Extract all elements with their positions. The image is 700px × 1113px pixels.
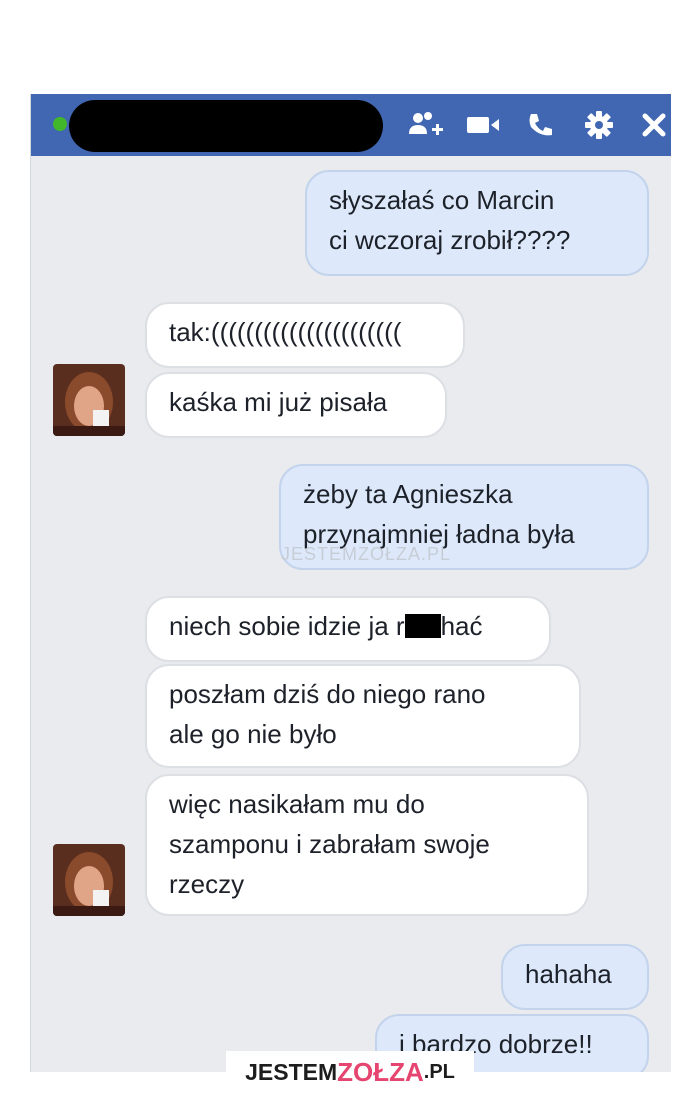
settings-gear-icon[interactable]: [581, 108, 617, 142]
contact-avatar[interactable]: [53, 844, 125, 916]
message-text: szamponu i zabrałam swoje: [169, 829, 490, 859]
contact-name-redacted[interactable]: [69, 100, 383, 152]
video-call-icon[interactable]: [463, 108, 505, 142]
message-text: więc nasikałam mu do: [169, 789, 425, 819]
message-bubble-incoming: tak:((((((((((((((((((((((: [145, 302, 465, 368]
message-text: żeby ta Agnieszka: [303, 479, 513, 509]
logo-suffix-text: .PL: [423, 1060, 455, 1083]
message-text: ale go nie było: [169, 719, 337, 749]
contact-avatar[interactable]: [53, 364, 125, 436]
message-text: kaśka mi już pisała: [169, 387, 388, 417]
message-text: hahaha: [525, 959, 612, 989]
message-bubble-incoming: poszłam dziś do niego rano ale go nie by…: [145, 664, 581, 768]
message-bubble-incoming: więc nasikałam mu do szamponu i zabrałam…: [145, 774, 589, 916]
message-text-part: niech sobie idzie ja r: [169, 611, 405, 641]
message-bubble-outgoing: hahaha: [501, 944, 649, 1010]
logo-accent-text: ZOŁZA: [337, 1056, 424, 1087]
message-text: słyszałaś co Marcin: [329, 185, 555, 215]
watermark: JESTEMZOŁZA.PL: [281, 544, 452, 564]
censor-bar: [404, 614, 441, 638]
message-text: ci wczoraj zrobił????: [329, 225, 571, 255]
message-bubble-incoming: niech sobie idzie ja r hać: [145, 596, 551, 662]
online-status-dot: [53, 117, 67, 131]
site-logo: JESTEM ZOŁZA .PL: [226, 1051, 474, 1093]
close-icon[interactable]: [637, 108, 671, 142]
message-bubble-outgoing: słyszałaś co Marcin ci wczoraj zrobił???…: [305, 170, 649, 276]
phone-call-icon[interactable]: [523, 108, 559, 142]
message-text: niech sobie idzie ja r hać: [169, 606, 527, 646]
message-text: tak:((((((((((((((((((((((: [169, 317, 402, 347]
message-text-part: hać: [440, 611, 483, 641]
add-person-icon[interactable]: [405, 108, 447, 142]
message-text: poszłam dziś do niego rano: [169, 679, 486, 709]
logo-text: JESTEM: [245, 1058, 338, 1085]
chat-header: [31, 94, 671, 156]
message-text: rzeczy: [169, 869, 245, 899]
message-bubble-incoming: kaśka mi już pisała: [145, 372, 447, 438]
chat-window: słyszałaś co Marcin ci wczoraj zrobił???…: [30, 94, 671, 1072]
